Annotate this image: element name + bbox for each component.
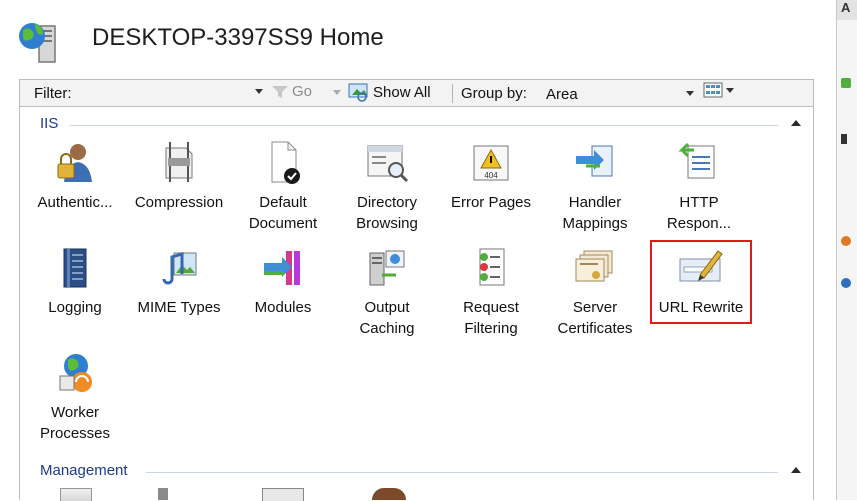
partial-feature-icon — [158, 488, 168, 500]
modules-icon — [264, 251, 300, 285]
group-by-select[interactable]: Area — [541, 80, 711, 106]
group-divider — [70, 125, 778, 126]
group-title: Management — [40, 462, 128, 479]
go-button[interactable]: Go — [271, 83, 312, 100]
logging-icon — [63, 248, 87, 288]
show-all-label: Show All — [373, 83, 431, 101]
feature-logging[interactable]: Logging — [24, 245, 126, 318]
feature-label: Output Caching — [359, 299, 415, 337]
filter-input[interactable] — [94, 81, 263, 107]
partial-feature-icon — [60, 488, 92, 501]
mime-types-icon — [162, 251, 197, 285]
group-header-iis[interactable]: IIS — [20, 115, 815, 135]
partial-feature-icon — [262, 488, 304, 501]
http-response-icon — [678, 142, 715, 179]
url-rewrite-icon — [679, 250, 723, 282]
feature-default-document[interactable]: Default Document — [232, 140, 334, 234]
toolbar-separator — [452, 84, 453, 103]
feature-label: Logging — [48, 299, 102, 316]
filter-label: Filter: — [34, 85, 72, 102]
action-icon[interactable] — [841, 278, 851, 288]
feature-mime-types[interactable]: MIME Types — [128, 245, 230, 318]
feature-directory-browsing[interactable]: Directory Browsing — [336, 140, 438, 234]
feature-compression[interactable]: Compression — [128, 140, 230, 213]
feature-label: HTTP Respon... — [666, 194, 732, 232]
page-title: DESKTOP-3397SS9 Home — [92, 24, 384, 51]
partial-feature-icon — [372, 488, 406, 500]
collapse-icon[interactable] — [791, 467, 801, 473]
feature-toolbar: Filter: Go Show All Group by: Area — [19, 79, 814, 107]
action-icon[interactable] — [841, 236, 851, 246]
feature-label: Server Certificates — [557, 299, 633, 337]
compression-icon — [165, 142, 193, 182]
feature-request-filtering[interactable]: Request Filtering — [440, 245, 542, 339]
feature-modules[interactable]: Modules — [232, 245, 334, 318]
feature-label: URL Rewrite — [658, 299, 744, 316]
feature-error-pages[interactable]: 404 Error Pages — [440, 140, 542, 213]
feature-worker-processes[interactable]: Worker Processes — [24, 350, 126, 444]
feature-label: Default Document — [248, 194, 318, 232]
error-pages-icon: 404 — [473, 145, 509, 181]
funnel-icon — [272, 85, 288, 98]
feature-label: Handler Mappings — [562, 194, 628, 232]
view-dropdown-icon — [726, 87, 734, 93]
feature-handler-mappings[interactable]: Handler Mappings — [544, 140, 646, 234]
authentication-icon — [57, 144, 92, 182]
feature-authentication[interactable]: Authentic... — [24, 140, 126, 213]
group-by-dropdown-icon — [686, 91, 694, 96]
output-caching-icon — [369, 250, 405, 286]
feature-url-rewrite[interactable]: URL Rewrite — [650, 240, 752, 324]
feature-label: Directory Browsing — [356, 194, 418, 232]
feature-output-caching[interactable]: Output Caching — [336, 245, 438, 339]
feature-label: Worker Processes — [39, 404, 111, 442]
go-dropdown-icon[interactable] — [333, 90, 341, 95]
request-filtering-icon — [479, 248, 505, 286]
directory-browsing-icon — [367, 145, 409, 183]
group-header-management[interactable]: Management — [20, 462, 815, 482]
handler-mappings-icon — [576, 145, 613, 177]
actions-panel-tab: A — [837, 0, 857, 20]
server-icon — [19, 23, 56, 63]
feature-label: Authentic... — [37, 194, 113, 211]
actions-panel: A — [836, 0, 857, 500]
action-icon[interactable] — [841, 134, 847, 144]
group-by-label: Group by: — [461, 85, 527, 102]
feature-label: Request Filtering — [463, 299, 519, 337]
go-label: Go — [292, 83, 313, 100]
page-header: DESKTOP-3397SS9 Home — [0, 0, 836, 76]
group-by-value: Area — [546, 86, 578, 103]
feature-label: MIME Types — [137, 299, 221, 316]
server-certificates-icon — [575, 250, 613, 282]
collapse-icon[interactable] — [791, 120, 801, 126]
view-mode-button[interactable] — [703, 82, 734, 98]
default-document-icon — [271, 141, 300, 184]
show-all-icon — [348, 83, 368, 102]
worker-processes-icon — [59, 354, 92, 392]
feature-label: Modules — [254, 299, 312, 316]
action-icon[interactable] — [841, 78, 851, 88]
feature-server-certificates[interactable]: Server Certificates — [544, 245, 646, 339]
feature-label: Error Pages — [450, 194, 532, 211]
feature-label: Compression — [134, 194, 224, 211]
feature-http-response-headers[interactable]: HTTP Respon... — [648, 140, 750, 234]
filter-dropdown-icon[interactable] — [255, 89, 263, 94]
group-divider — [146, 472, 778, 473]
show-all-button[interactable]: Show All — [348, 82, 431, 102]
group-title: IIS — [40, 115, 59, 132]
view-grid-icon — [703, 82, 723, 98]
svg-text:404: 404 — [484, 171, 498, 180]
